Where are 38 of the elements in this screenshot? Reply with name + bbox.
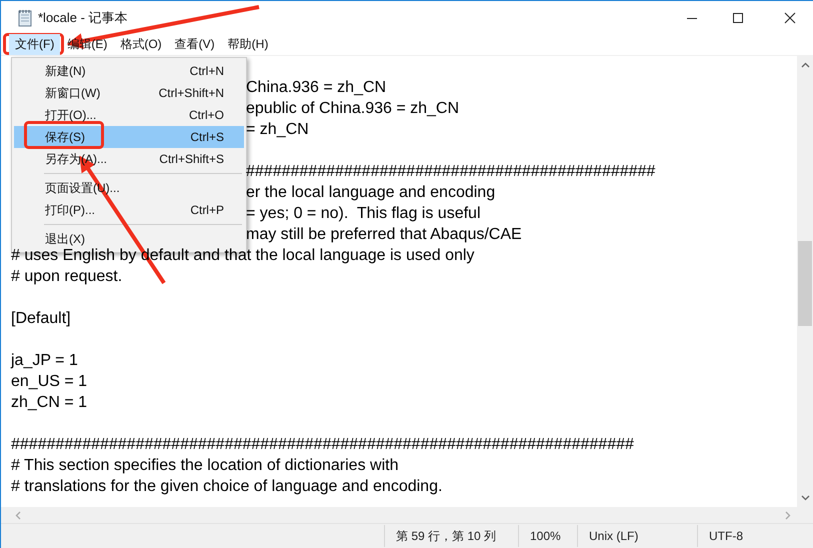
text-line: # upon request.: [11, 268, 122, 285]
status-text: UTF-8: [697, 525, 789, 547]
window-title: *locale - 记事本: [38, 8, 128, 26]
menu-item[interactable]: 查看(V): [168, 34, 221, 55]
menu-entry[interactable]: 新窗口(W) Ctrl+Shift+N: [14, 82, 244, 104]
text-line: may still be preferred that Abaqus/CAE: [246, 226, 522, 243]
text-line: # This section specifies the location of dictionaries with: [11, 457, 398, 474]
status-text: 第 59 行，第 10 列: [384, 525, 518, 547]
menu-entry[interactable]: 另存为(A)... Ctrl+Shift+S: [14, 148, 244, 170]
menu-item[interactable]: 帮助(H): [222, 34, 274, 55]
text-line: = yes; 0 = no). This flag is useful: [246, 205, 480, 222]
close-icon[interactable]: [784, 12, 796, 24]
text-line: ######################################################################: [11, 436, 634, 453]
vertical-scrollbar[interactable]: [797, 56, 813, 507]
text-line: ##############################################: [246, 163, 656, 180]
text-line: # translations for the given choice of language and encoding.: [11, 478, 442, 495]
menu-entry[interactable]: 保存(S) Ctrl+S: [14, 126, 244, 148]
scrollbar-thumb[interactable]: [798, 241, 812, 326]
menu-entry[interactable]: 新建(N) Ctrl+N: [14, 60, 244, 82]
text-line: er the local language and encoding: [246, 184, 496, 201]
highlight-box: [3, 33, 64, 55]
status-text: Unix (LF): [577, 525, 697, 547]
menu-item[interactable]: 格式(O): [114, 34, 168, 55]
status-text: 100%: [518, 525, 577, 547]
text-line: zh_CN = 1: [11, 394, 88, 411]
scroll-down-icon[interactable]: [801, 495, 810, 501]
text-line: ja_JP = 1: [11, 352, 78, 369]
notepad-icon: [17, 8, 33, 26]
text-line: en_US = 1: [11, 373, 88, 390]
text-line: China.936 = zh_CN: [246, 79, 386, 96]
menu-item[interactable]: 文件(F): [9, 34, 60, 55]
scroll-up-icon[interactable]: [801, 62, 810, 68]
text-line: epublic of China.936 = zh_CN: [246, 100, 460, 117]
text-line: [Default]: [11, 310, 71, 327]
text-line: = zh_CN: [246, 121, 309, 138]
menu-entry[interactable]: 打印(P)... Ctrl+P: [14, 199, 244, 221]
menu-entry[interactable]: 打开(O)... Ctrl+O: [14, 104, 244, 126]
maximize-icon[interactable]: [732, 12, 744, 24]
